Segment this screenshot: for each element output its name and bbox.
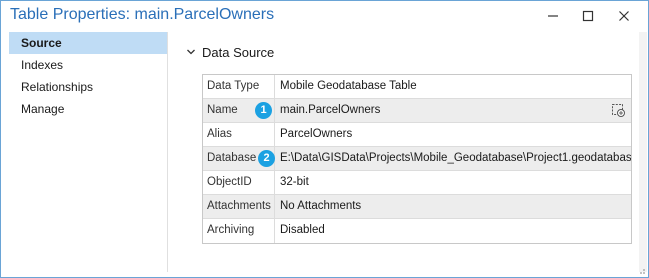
minimize-button[interactable] bbox=[544, 7, 562, 25]
table-row: Database 2 E:\Data\GISData\Projects\Mobi… bbox=[203, 147, 631, 171]
vertical-scrollbar[interactable] bbox=[639, 32, 647, 272]
table-row: Archiving Disabled bbox=[203, 219, 631, 243]
property-value: Disabled bbox=[280, 224, 325, 236]
callout-badge: 2 bbox=[258, 150, 275, 167]
property-key: Data Type bbox=[203, 75, 275, 98]
maximize-button[interactable] bbox=[579, 7, 597, 25]
table-row: ObjectID 32-bit bbox=[203, 171, 631, 195]
sidebar-item-indexes[interactable]: Indexes bbox=[9, 54, 167, 76]
property-value: ParcelOwners bbox=[280, 128, 353, 140]
maximize-icon bbox=[582, 10, 594, 22]
table-properties-dialog: Table Properties: main.ParcelOwners Sour… bbox=[0, 0, 649, 278]
property-key: Database 2 bbox=[203, 147, 275, 170]
window-title: Table Properties: main.ParcelOwners bbox=[10, 6, 275, 23]
table-row: Name 1 main.ParcelOwners bbox=[203, 99, 631, 123]
property-value-text: main.ParcelOwners bbox=[280, 104, 381, 116]
property-value: E:\Data\GISData\Projects\Mobile_Geodatab… bbox=[280, 152, 631, 164]
minimize-icon bbox=[548, 15, 558, 17]
chevron-down-icon[interactable] bbox=[186, 47, 196, 57]
table-row: Data Type Mobile Geodatabase Table bbox=[203, 75, 631, 99]
property-value: 32-bit bbox=[280, 176, 309, 188]
property-key-label: Name bbox=[207, 104, 238, 116]
property-key: Attachments bbox=[203, 195, 275, 218]
sidebar-item-source[interactable]: Source bbox=[9, 32, 167, 54]
property-key: ObjectID bbox=[203, 171, 275, 194]
edit-name-button[interactable] bbox=[610, 102, 627, 119]
main-panel: Data Source Data Type Mobile Geodatabase… bbox=[168, 32, 639, 272]
table-row: Alias ParcelOwners bbox=[203, 123, 631, 147]
property-key-label: Database bbox=[207, 152, 257, 164]
sidebar-item-manage[interactable]: Manage bbox=[9, 98, 167, 120]
property-key: Alias bbox=[203, 123, 275, 146]
title-bar[interactable]: Table Properties: main.ParcelOwners bbox=[1, 1, 648, 32]
table-row: Attachments No Attachments bbox=[203, 195, 631, 219]
property-value: Mobile Geodatabase Table bbox=[280, 80, 417, 92]
property-value: main.ParcelOwners bbox=[275, 99, 631, 122]
edit-properties-icon bbox=[612, 104, 625, 117]
properties-table: Data Type Mobile Geodatabase Table Name … bbox=[202, 74, 632, 244]
callout-badge: 1 bbox=[255, 102, 272, 119]
data-source-section-header[interactable]: Data Source bbox=[186, 44, 274, 60]
sidebar-nav: Source Indexes Relationships Manage bbox=[9, 32, 167, 272]
property-key: Name 1 bbox=[203, 99, 275, 122]
sidebar-item-relationships[interactable]: Relationships bbox=[9, 76, 167, 98]
property-value: No Attachments bbox=[280, 200, 362, 212]
resize-grip-icon[interactable] bbox=[636, 265, 646, 275]
property-key: Archiving bbox=[203, 219, 275, 243]
close-button[interactable] bbox=[615, 7, 633, 25]
section-title: Data Source bbox=[202, 44, 275, 60]
close-icon bbox=[619, 11, 629, 21]
